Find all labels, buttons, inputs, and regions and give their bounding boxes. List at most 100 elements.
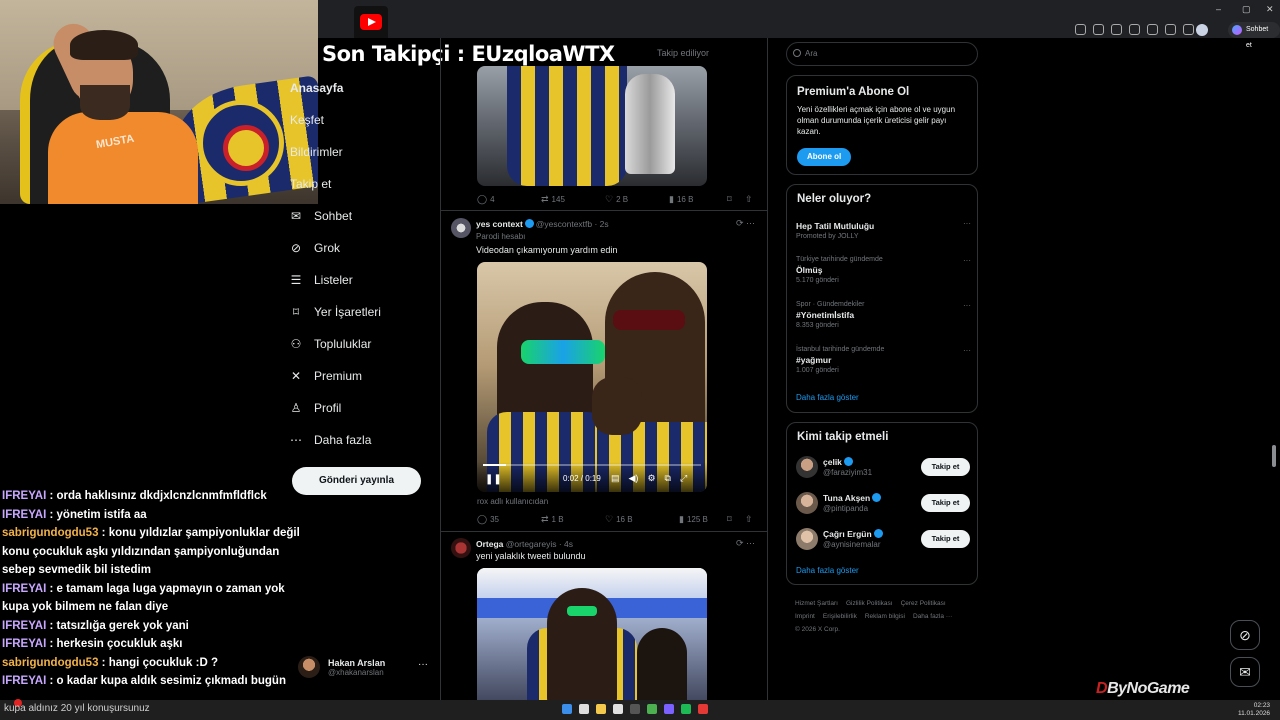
extension-icon[interactable] <box>1129 24 1140 35</box>
footer-link[interactable]: Erişilebilirlik <box>823 613 857 620</box>
account-switcher[interactable]: Hakan Arslan @xhakanarslan ··· <box>298 656 428 678</box>
tweet-handle[interactable]: @ortegareyis · 4s <box>506 539 573 549</box>
follow-button[interactable]: Takip et <box>921 494 970 512</box>
nav-item-notifications[interactable]: Bildirimler <box>290 138 343 166</box>
footer-link[interactable]: Gizlilik Politikası <box>846 600 893 607</box>
downloads-icon[interactable] <box>1165 24 1176 35</box>
app-icon[interactable] <box>664 704 674 714</box>
maximize-icon[interactable]: ▢ <box>1242 4 1251 15</box>
post-button[interactable]: Gönderi yayınla <box>292 467 421 495</box>
search-input[interactable]: Ara <box>786 42 978 66</box>
nav-item-premium[interactable]: ✕ Premium <box>279 362 362 390</box>
repost-button[interactable]: ⇄ 145 <box>541 194 605 205</box>
fullscreen-icon[interactable]: ⤢ <box>680 473 687 484</box>
tab-following[interactable]: Takip ediliyor <box>657 48 709 58</box>
bookmark-star-icon[interactable] <box>1111 24 1122 35</box>
bookmark-button[interactable]: ⌑ <box>727 514 745 525</box>
sohbet-et-button[interactable]: Sohbet et <box>1228 22 1280 49</box>
app-icon[interactable] <box>698 704 708 714</box>
follow-button[interactable]: Takip et <box>921 458 970 476</box>
footer-link[interactable]: Daha fazla ··· <box>913 613 952 620</box>
share-button[interactable]: ⇧ <box>745 194 756 205</box>
views-button[interactable]: ▮ 125 B <box>679 514 727 525</box>
browser-icon[interactable] <box>647 704 657 714</box>
pause-icon[interactable]: ❚❚ <box>485 474 502 485</box>
scrollbar[interactable] <box>1272 445 1276 467</box>
follow-button[interactable]: Takip et <box>921 530 970 548</box>
x-logo-icon: ✕ <box>290 369 302 383</box>
follow-suggestion[interactable]: Tuna Akşen @pintipanda Takip et <box>796 491 971 515</box>
nav-item-explore[interactable]: Keşfet <box>290 106 324 134</box>
repost-button[interactable]: ⇄ 1 B <box>541 514 605 525</box>
tweet-author[interactable]: yes context <box>476 219 523 229</box>
share-button[interactable]: ⇧ <box>745 514 756 525</box>
nav-item-lists[interactable]: ☰ Listeler <box>279 266 353 294</box>
browser-profile-avatar[interactable] <box>1196 24 1208 36</box>
tweet-author[interactable]: Ortega <box>476 539 503 549</box>
follow-suggestion[interactable]: çelik @faraziyim31 Takip et <box>796 455 971 479</box>
share-icon[interactable] <box>1093 24 1104 35</box>
more-icon[interactable]: ··· <box>963 346 971 355</box>
search-icon[interactable] <box>579 704 589 714</box>
footer-link[interactable]: Reklam bilgisi <box>865 613 905 620</box>
more-icon[interactable]: ··· <box>963 301 971 310</box>
trend-item[interactable]: Hep Tatil Mutluluğu Promoted by JOLLY ··… <box>796 219 971 240</box>
reply-button[interactable]: ◯ 35 <box>477 514 541 525</box>
like-button[interactable]: ♡ 16 B <box>605 514 679 525</box>
folder-icon[interactable] <box>596 704 606 714</box>
messages-fab-icon[interactable]: ✉ <box>1230 657 1260 687</box>
spotify-icon[interactable] <box>681 704 691 714</box>
tweet-handle[interactable]: @yescontextfb · 2s <box>536 219 609 229</box>
trend-item[interactable]: Spor · Gündemdekiler #Yönetimİstifa 8.35… <box>796 301 971 329</box>
nav-item-follow[interactable]: Takip et <box>290 170 331 198</box>
subscribe-button[interactable]: Abone ol <box>797 148 852 166</box>
avatar[interactable] <box>451 538 471 558</box>
tweet-more-icon[interactable]: ⟳ ⋯ <box>736 218 755 229</box>
settings-icon[interactable]: ⚙ <box>647 473 655 484</box>
app-icon[interactable] <box>630 704 640 714</box>
footer-link[interactable]: Imprint <box>795 613 815 620</box>
nav-item-grok[interactable]: ⊘ Grok <box>279 234 340 262</box>
pip-icon[interactable]: ⧉ <box>665 473 671 484</box>
clock[interactable]: 02:23 11.01.2026 <box>1238 702 1270 718</box>
volume-icon[interactable]: ◀) <box>629 473 639 484</box>
nav-item-communities[interactable]: ⚇ Topluluklar <box>279 330 372 358</box>
nav-item-more[interactable]: ⋯ Daha fazla <box>279 426 371 454</box>
follow-suggestion[interactable]: Çağrı Ergün @aynisinemalar Takip et <box>796 527 971 551</box>
zoom-icon[interactable] <box>1075 24 1086 35</box>
bookmark-button[interactable]: ⌑ <box>727 194 745 205</box>
footer-link[interactable]: Hizmet Şartları <box>795 600 838 607</box>
minimize-icon[interactable]: – <box>1216 4 1221 14</box>
captions-icon[interactable]: ▤ <box>611 473 620 484</box>
app-icon[interactable] <box>613 704 623 714</box>
nav-item-home[interactable]: Anasayfa <box>290 74 343 102</box>
tweet-video[interactable] <box>477 568 707 700</box>
more-icon[interactable]: ··· <box>963 219 971 228</box>
youtube-tab[interactable] <box>354 6 388 38</box>
more-icon[interactable]: ··· <box>963 256 971 265</box>
video-progress-bar[interactable] <box>483 464 701 466</box>
trend-item[interactable]: İstanbul tarihinde gündemde #yağmur 1.00… <box>796 346 971 374</box>
close-icon[interactable]: ✕ <box>1266 4 1274 15</box>
trends-show-more[interactable]: Daha fazla göster <box>796 393 859 402</box>
tweet-image[interactable] <box>477 66 707 186</box>
account-more-icon[interactable]: ··· <box>418 659 428 670</box>
tweet-more-icon[interactable]: ⟳ ⋯ <box>736 538 755 549</box>
grok-fab-icon[interactable]: ⊘ <box>1230 620 1260 650</box>
trend-item[interactable]: Türkiye tarihinde gündemde Ölmüş 5.170 g… <box>796 256 971 284</box>
nav-item-bookmarks[interactable]: ⌑ Yer İşaretleri <box>279 298 381 326</box>
reply-button[interactable]: ◯ 4 <box>477 194 541 205</box>
more-circle-icon: ⋯ <box>290 433 302 447</box>
avatar[interactable] <box>451 218 471 238</box>
nav-item-profile[interactable]: ♙ Profil <box>279 394 342 422</box>
video-attribution[interactable]: rox adlı kullanıcıdan <box>477 497 548 506</box>
extensions-puzzle-icon[interactable] <box>1147 24 1158 35</box>
start-icon[interactable] <box>562 704 572 714</box>
nav-item-chat[interactable]: ✉ Sohbet <box>279 202 352 230</box>
video-player[interactable]: ❚❚ 0:02 / 0:19 ▤ ◀) ⚙ ⧉ ⤢ <box>477 262 707 492</box>
views-button[interactable]: ▮ 16 B <box>669 194 727 205</box>
who-to-follow-show-more[interactable]: Daha fazla göster <box>796 566 859 575</box>
footer-link[interactable]: Çerez Politikası <box>901 600 946 607</box>
like-button[interactable]: ♡ 2 B <box>605 194 669 205</box>
tab-search-icon[interactable] <box>1183 24 1194 35</box>
